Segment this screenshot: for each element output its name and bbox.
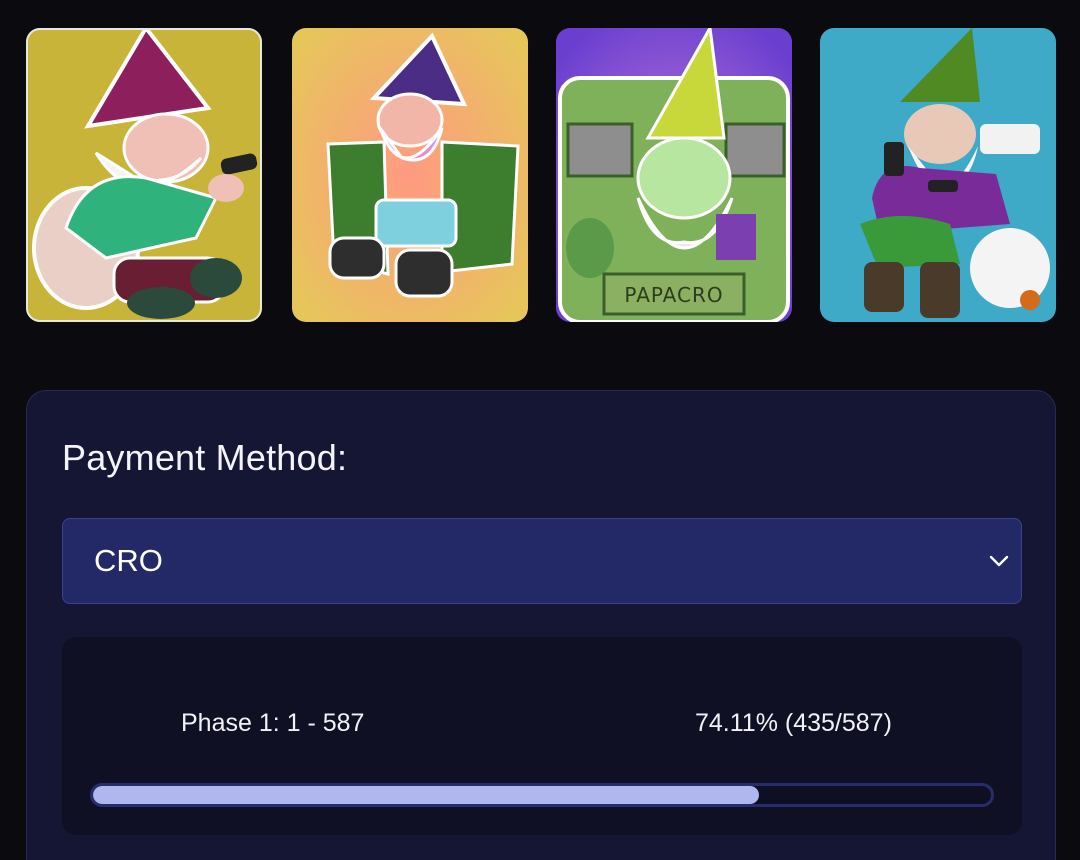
gnome-image-2	[292, 28, 528, 322]
nft-gallery: PAPACRO	[26, 28, 1056, 324]
progress-bar-fill	[93, 786, 759, 804]
progress-bar-track	[90, 783, 994, 807]
gnome-card-3[interactable]: PAPACRO	[556, 28, 792, 322]
phase-label: Phase 1: 1 - 587	[181, 709, 365, 737]
payment-method-label: Payment Method:	[62, 437, 348, 478]
gnome-card-1[interactable]	[26, 28, 262, 322]
phase-status-box: Phase 1: 1 - 587 74.11% (435/587)	[62, 637, 1022, 835]
payment-method-value: CRO	[94, 543, 163, 578]
svg-text:PAPACRO: PAPACRO	[624, 283, 723, 307]
phase-progress-text: 74.11% (435/587)	[695, 709, 892, 737]
gnome-image-4	[820, 28, 1056, 322]
mint-panel: Payment Method: CRO Phase 1: 1 - 587 74.…	[26, 390, 1056, 860]
payment-method-select[interactable]: CRO	[62, 518, 1022, 604]
chevron-down-icon	[989, 555, 1009, 567]
gnome-image-3: PAPACRO	[556, 28, 792, 322]
gnome-image-1	[26, 28, 262, 322]
gnome-card-2[interactable]	[292, 28, 528, 322]
gnome-card-4[interactable]	[820, 28, 1056, 322]
